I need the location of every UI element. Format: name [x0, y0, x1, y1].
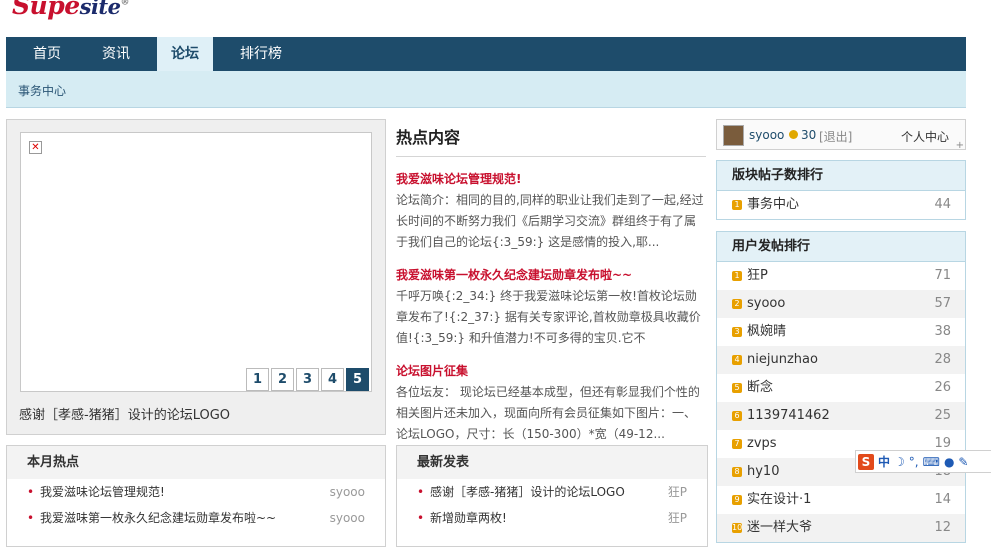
hot-content: 热点内容 我爱滋味论坛管理规范! 论坛简介：相同的目的,同样的职业让我们走到了一…	[396, 119, 706, 445]
ranking-value: 38	[934, 324, 951, 339]
ranking-name[interactable]: 断念	[747, 380, 773, 395]
ranking-value: 26	[934, 380, 951, 395]
hot-item-summary: 论坛简介：相同的目的,同样的职业让我们走到了一起,经过长时间的不断努力我们《后期…	[396, 193, 704, 249]
punctuation-icon[interactable]: °,	[909, 455, 919, 469]
ranking-row[interactable]: 3 枫婉晴 38	[717, 318, 965, 346]
ranking-value: 25	[934, 408, 951, 423]
ranking-row[interactable]: 1 事务中心 44	[717, 191, 965, 219]
list-item-author[interactable]: 狂P	[668, 505, 687, 531]
ranking-name[interactable]: syooo	[747, 296, 785, 311]
slider-page-4[interactable]: 4	[321, 368, 344, 391]
rank-badge: 9	[732, 495, 742, 505]
latest-posts-title: 最新发表	[397, 446, 707, 479]
list-item-author[interactable]: syooo	[330, 479, 365, 505]
hot-item-summary: 各位坛友： 现论坛已经基本成型，但还有彰显我们个性的相关图片还未加入，现面向所有…	[396, 385, 700, 441]
ime-toolbar[interactable]: S 中 ☽ °, ⌨ ● ✎	[855, 450, 991, 473]
board-post-ranking: 版块帖子数排行 1 事务中心 44	[716, 160, 966, 220]
rank-badge: 7	[732, 439, 742, 449]
rank-badge: 3	[732, 327, 742, 337]
list-item-author[interactable]: syooo	[330, 505, 365, 531]
personal-center-link[interactable]: 个人中心	[901, 128, 949, 145]
rank-badge: 5	[732, 383, 742, 393]
broken-image-icon: ✕	[29, 141, 42, 154]
ranking-name[interactable]: 枫婉晴	[747, 324, 786, 339]
ranking-row[interactable]: 6 1139741462 25	[717, 402, 965, 430]
half-width-icon[interactable]: ☽	[894, 455, 905, 469]
slider-page-3[interactable]: 3	[296, 368, 319, 391]
nav-rankings[interactable]: 排行榜	[226, 37, 296, 71]
rank-badge: 1	[732, 271, 742, 281]
list-item[interactable]: 我爱滋味论坛管理规范!syooo	[7, 479, 385, 505]
slider-page-2[interactable]: 2	[271, 368, 294, 391]
ranking-value: 71	[934, 268, 951, 283]
rank-badge: 8	[732, 467, 742, 477]
user-panel: syooo 30 [退出] 个人中心 +	[716, 119, 966, 151]
list-item[interactable]: 感谢［孝感-猪猪］设计的论坛LOGO狂P	[397, 479, 707, 505]
hot-content-title: 热点内容	[396, 119, 706, 157]
hot-item-title[interactable]: 我爱滋味第一枚永久纪念建坛勋章发布啦~~	[396, 266, 706, 283]
image-slider: ✕ 1 2 3 4 5 感谢［孝感-猪猪］设计的论坛LOGO	[6, 119, 386, 435]
rank-badge: 1	[732, 200, 742, 210]
sub-nav: 事务中心	[6, 71, 966, 108]
ranking-row[interactable]: 1 狂P 71	[717, 262, 965, 290]
ranking-row[interactable]: 4 niejunzhao 28	[717, 346, 965, 374]
ranking-value: 12	[934, 520, 951, 535]
sogou-logo-icon[interactable]: S	[858, 453, 874, 470]
ranking-name[interactable]: 1139741462	[747, 408, 830, 423]
rank-badge: 4	[732, 355, 742, 365]
ranking-row[interactable]: 10 迷一样大爷 12	[717, 514, 965, 542]
hot-item-title[interactable]: 我爱滋味论坛管理规范!	[396, 170, 706, 187]
list-item[interactable]: 我爱滋味第一枚永久纪念建坛勋章发布啦~~syooo	[7, 505, 385, 531]
chinese-mode-icon[interactable]: 中	[878, 453, 890, 470]
user-post-ranking: 用户发帖排行 1 狂P 71 2 syooo 57 3 枫婉晴 38 4 niejunzhao…	[716, 231, 966, 543]
avatar[interactable]	[723, 125, 744, 146]
hot-item-summary: 千呼万唤{:2_34:} 终于我爱滋味论坛第一枚!首枚论坛勋章发布了!{:2_3…	[396, 289, 701, 345]
nav-forum[interactable]: 论坛	[157, 37, 213, 71]
nav-home[interactable]: 首页	[19, 37, 75, 71]
ranking-name[interactable]: 迷一样大爷	[747, 520, 812, 535]
ranking-value: 57	[934, 296, 951, 311]
username-link[interactable]: syooo	[749, 128, 784, 142]
ranking-value: 14	[934, 492, 951, 507]
coin-count: 30	[801, 128, 817, 142]
ranking-name[interactable]: 狂P	[747, 268, 768, 283]
coin-icon	[789, 130, 798, 139]
ranking-name[interactable]: zvps	[747, 436, 777, 451]
ranking-row[interactable]: 9 实在设计·1 14	[717, 486, 965, 514]
ranking-row[interactable]: 5 断念 26	[717, 374, 965, 402]
hot-item-title[interactable]: 论坛图片征集	[396, 362, 706, 379]
ranking-row[interactable]: 2 syooo 57	[717, 290, 965, 318]
list-item-author[interactable]: 狂P	[668, 479, 687, 505]
slide-image-frame[interactable]: ✕ 1 2 3 4 5	[20, 132, 372, 392]
ranking-name[interactable]: niejunzhao	[747, 352, 818, 367]
ranking-value: 28	[934, 352, 951, 367]
list-item[interactable]: 新增勋章两枚!狂P	[397, 505, 707, 531]
site-logo[interactable]: Supesite®	[12, 0, 129, 20]
ranking-name[interactable]: hy10	[747, 464, 779, 479]
user-icon[interactable]: ●	[944, 455, 954, 469]
slide-caption[interactable]: 感谢［孝感-猪猪］设计的论坛LOGO	[19, 404, 230, 423]
ranking-value: 44	[934, 197, 951, 212]
logout-link[interactable]: [退出]	[819, 128, 852, 145]
subnav-affairs-center[interactable]: 事务中心	[18, 82, 66, 99]
month-hot-title: 本月热点	[7, 446, 385, 479]
board-ranking-title: 版块帖子数排行	[717, 161, 965, 191]
rank-badge: 2	[732, 299, 742, 309]
rank-badge: 6	[732, 411, 742, 421]
tools-icon[interactable]: ✎	[958, 455, 968, 469]
nav-news[interactable]: 资讯	[88, 37, 144, 71]
keyboard-icon[interactable]: ⌨	[923, 455, 940, 469]
user-ranking-title: 用户发帖排行	[717, 232, 965, 262]
slider-page-5[interactable]: 5	[346, 368, 369, 391]
slider-pager: 1 2 3 4 5	[244, 368, 369, 391]
main-nav: 首页 资讯 论坛 排行榜	[6, 37, 966, 71]
ranking-name[interactable]: 事务中心	[747, 197, 799, 212]
expand-icon[interactable]: +	[956, 140, 964, 151]
ranking-name[interactable]: 实在设计·1	[747, 492, 811, 507]
slider-page-1[interactable]: 1	[246, 368, 269, 391]
